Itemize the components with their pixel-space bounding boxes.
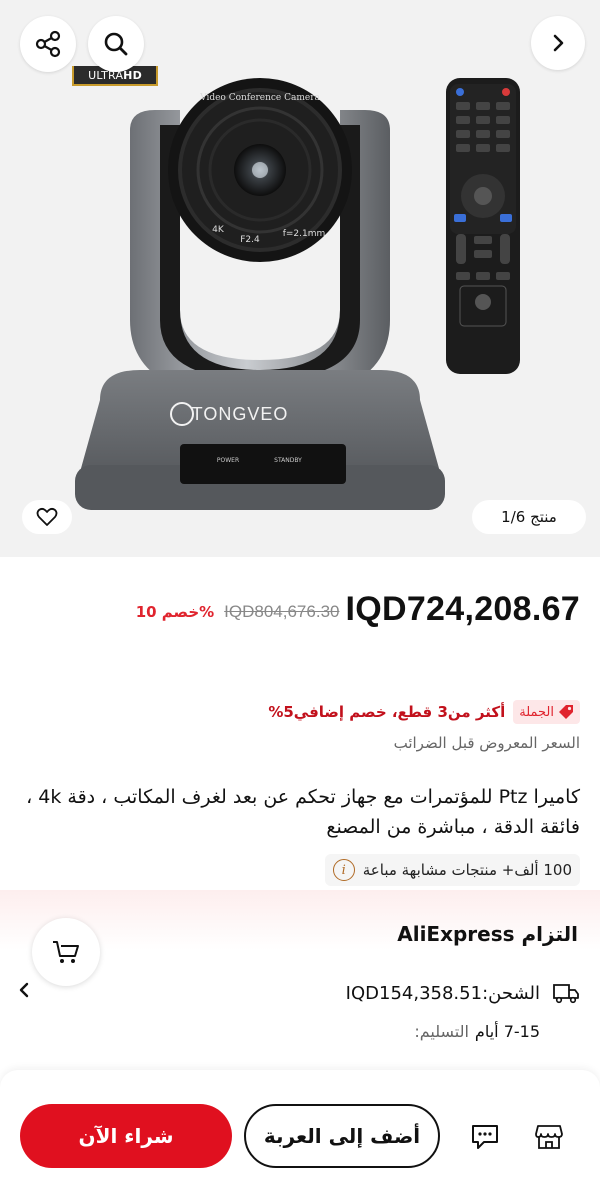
store-icon — [535, 1125, 563, 1149]
delivery-time: 7-15 أيام — [474, 1022, 540, 1041]
info-icon[interactable]: i — [332, 859, 355, 881]
delivery-row: التسليم: 7-15 أيام — [414, 1022, 540, 1041]
aliexpress-commitment-section[interactable]: التزام AliExpress الشحن:IQD154,358.51 ال… — [0, 890, 600, 1070]
truck-icon — [553, 984, 579, 1004]
chat-icon — [472, 1125, 498, 1149]
share-icon — [35, 30, 61, 58]
similar-products-sold[interactable]: 100 ألف+ منتجات مشابهة مباعة i — [324, 854, 580, 886]
price-row: IQD724,208.67 IQD804,676.30 خصم 10% — [20, 586, 580, 632]
camera-spec-focal: f=2.1mm — [283, 229, 326, 239]
current-price: IQD724,208.67 — [345, 589, 580, 628]
add-to-cart-button[interactable]: أضف إلى العربة — [244, 1104, 440, 1168]
tag-icon — [559, 705, 573, 719]
search-button[interactable] — [88, 16, 144, 72]
camera-label-top: Video Conference Camera — [199, 93, 320, 103]
similar-products-text: 100 ألف+ منتجات مشابهة مباعة — [362, 861, 572, 879]
product-title: كاميرا Ptz للمؤتمرات مع جهاز تحكم عن بعد… — [26, 786, 580, 838]
message-button[interactable] — [464, 1116, 506, 1158]
delivery-label: التسليم: — [414, 1022, 469, 1041]
image-counter: منتج 1/6 — [472, 500, 586, 534]
floating-cart-button[interactable] — [32, 918, 100, 986]
bulk-offer-row[interactable]: الجملة أكثر من3 قطع، خصم إضافي5% — [20, 698, 580, 726]
camera-power-label: POWER — [217, 457, 239, 464]
original-price: IQD804,676.30 — [224, 602, 340, 621]
camera-standby-label: STANDBY — [274, 457, 302, 464]
camera-spec-4k: 4K — [212, 225, 225, 235]
product-gallery[interactable]: Video Conference Camera 4K F2.4 f=2.1mm … — [0, 0, 600, 557]
next-image-button[interactable] — [531, 16, 585, 70]
camera-spec-aperture: F2.4 — [240, 235, 260, 245]
badge-hd-text: HD — [123, 68, 142, 82]
search-icon — [104, 32, 128, 56]
buy-now-button[interactable]: شراء الآن — [20, 1104, 232, 1168]
shipping-cost: الشحن:IQD154,358.51 — [345, 982, 540, 1004]
camera-brand: TONGVEO — [192, 404, 289, 424]
discount-label: خصم 10% — [135, 603, 215, 621]
commitment-title: التزام AliExpress — [397, 922, 578, 946]
heart-icon — [36, 507, 58, 526]
chevron-left-icon[interactable] — [18, 980, 30, 1004]
shipping-row[interactable]: الشحن:IQD154,358.51 — [346, 982, 580, 1004]
bulk-tag: الجملة — [513, 700, 580, 724]
product-image-camera: Video Conference Camera 4K F2.4 f=2.1mm … — [75, 78, 445, 510]
bulk-tag-label: الجملة — [519, 704, 554, 720]
tax-note: السعر المعروض قبل الضرائب — [393, 734, 580, 752]
bulk-offer-text: أكثر من3 قطع، خصم إضافي5% — [268, 703, 506, 721]
wishlist-button[interactable] — [22, 500, 72, 534]
cart-icon — [53, 941, 79, 963]
product-image-remote — [446, 78, 520, 374]
bottom-action-bar: شراء الآن أضف إلى العربة — [0, 1070, 600, 1183]
store-button[interactable] — [528, 1116, 570, 1158]
share-button[interactable] — [20, 16, 76, 72]
chevron-right-icon — [553, 34, 564, 52]
